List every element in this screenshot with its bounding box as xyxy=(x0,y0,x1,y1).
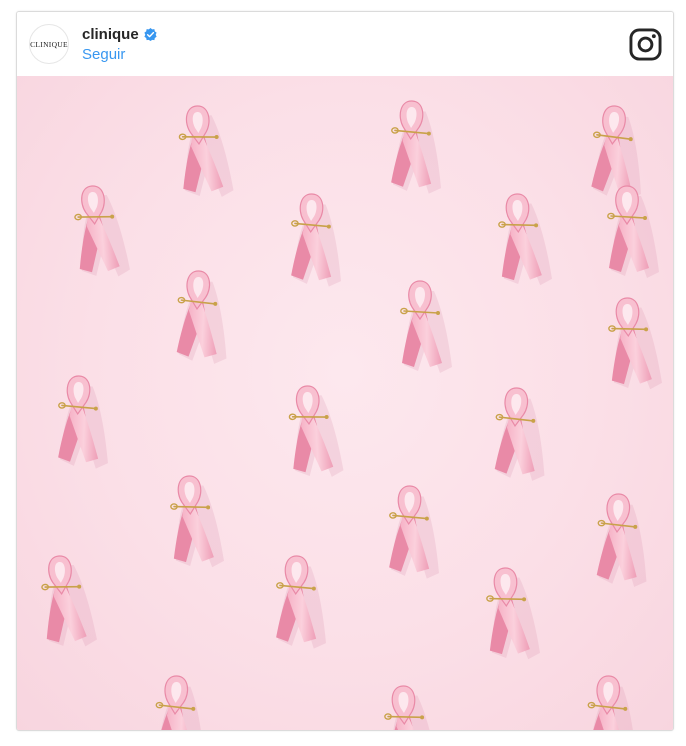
instagram-embed-card: CLINIQUE clinique Seguir xyxy=(16,11,674,731)
username-row: clinique xyxy=(82,26,157,43)
pink-ribbon-icon xyxy=(154,675,205,730)
pink-ribbon-icon xyxy=(276,555,326,649)
pink-ribbon-icon xyxy=(591,105,641,200)
pink-ribbon-icon xyxy=(391,100,441,194)
pink-ribbon-icon xyxy=(486,567,540,660)
pink-ribbon-pattern xyxy=(41,100,662,730)
pink-ribbon-icon xyxy=(389,485,439,579)
account-username[interactable]: clinique xyxy=(82,26,139,43)
pink-ribbon-icon xyxy=(176,270,227,364)
pink-ribbon-icon xyxy=(607,185,659,278)
pink-ribbon-icon xyxy=(384,685,438,730)
pink-ribbon-icon xyxy=(41,555,97,647)
pink-ribbon-icon xyxy=(291,193,341,287)
pink-ribbon-icon xyxy=(494,387,545,481)
pink-ribbon-icon xyxy=(58,375,108,469)
pink-ribbon-icon xyxy=(608,297,662,390)
account-avatar[interactable]: CLINIQUE xyxy=(29,24,69,64)
pink-ribbon-icon xyxy=(74,185,130,277)
pink-ribbon-icon xyxy=(596,493,647,587)
pink-ribbon-icon xyxy=(170,475,224,568)
follow-link[interactable]: Seguir xyxy=(82,46,125,63)
verified-badge-icon xyxy=(144,28,157,41)
avatar-logo-text: CLINIQUE xyxy=(30,39,68,49)
pink-ribbon-icon xyxy=(288,385,344,477)
pink-ribbon-icon xyxy=(498,193,552,286)
instagram-icon[interactable] xyxy=(629,28,662,61)
post-image[interactable] xyxy=(17,76,673,730)
post-header: CLINIQUE clinique Seguir xyxy=(17,12,673,76)
pink-ribbon-icon xyxy=(586,675,637,730)
pink-ribbon-icon xyxy=(178,105,234,197)
pink-ribbon-icon xyxy=(400,280,452,373)
